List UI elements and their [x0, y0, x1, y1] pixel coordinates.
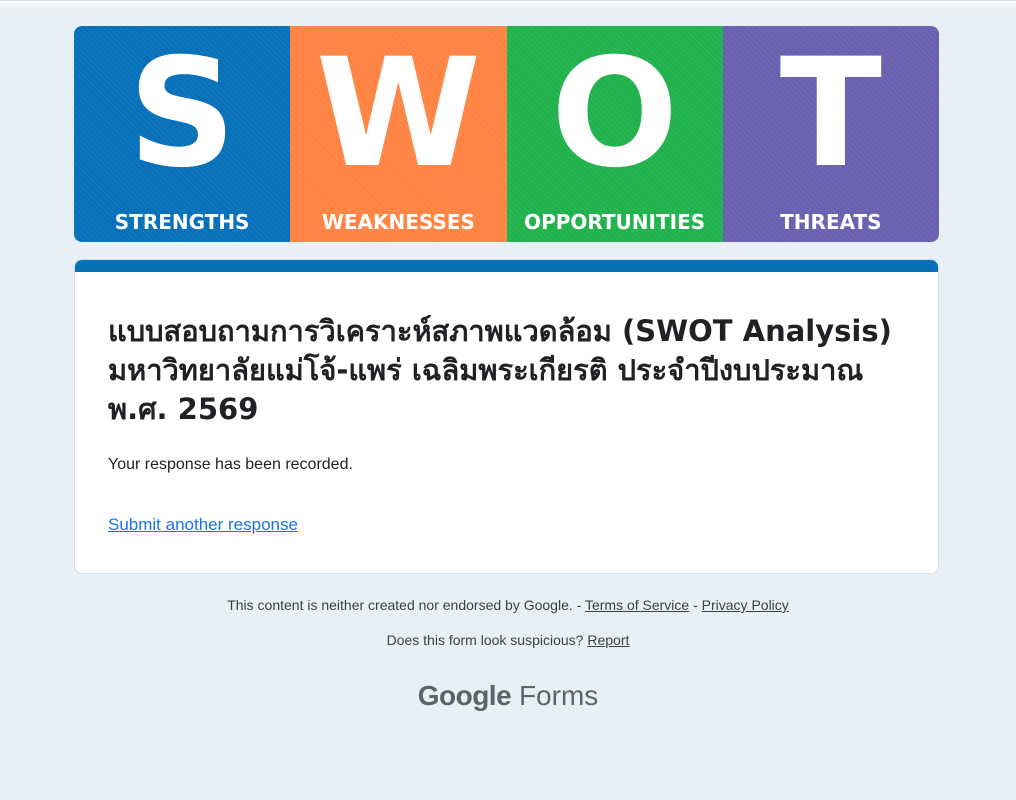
google-forms-logo[interactable]: Google Forms: [0, 678, 1016, 714]
separator: -: [572, 597, 585, 613]
terms-of-service-link[interactable]: Terms of Service: [585, 597, 689, 613]
opportunities-label: OPPORTUNITIES: [524, 210, 706, 234]
suspicious-text: Does this form look suspicious?: [386, 632, 584, 648]
strengths-letter: S: [128, 27, 237, 201]
swot-banner: S STRENGTHS W WEAKNESSES O OPPORTUNITIES…: [74, 26, 939, 242]
report-link[interactable]: Report: [587, 632, 629, 648]
threats-panel: T THREATS: [722, 26, 939, 242]
confirmation-card: แบบสอบถามการวิเคราะห์สภาพแวดล้อม (SWOT A…: [74, 259, 939, 574]
threats-letter: T: [779, 27, 883, 201]
forms-wordmark: Forms: [518, 680, 599, 711]
confirmation-message: Your response has been recorded.: [108, 456, 353, 473]
opportunities-panel: O OPPORTUNITIES: [506, 26, 723, 242]
weaknesses-panel: W WEAKNESSES: [290, 26, 507, 242]
browser-top-edge: [0, 0, 1016, 9]
card-accent-bar: [75, 260, 938, 272]
form-title: แบบสอบถามการวิเคราะห์สภาพแวดล้อม (SWOT A…: [108, 314, 892, 426]
privacy-policy-link[interactable]: Privacy Policy: [702, 597, 789, 613]
opportunities-letter: O: [550, 27, 679, 201]
weaknesses-label: WEAKNESSES: [321, 210, 475, 234]
weaknesses-letter: W: [315, 27, 482, 201]
strengths-panel: S STRENGTHS: [74, 26, 291, 242]
footer-report-line: Does this form look suspicious? Report: [0, 631, 1016, 649]
separator: -: [689, 597, 702, 613]
submit-another-response-link[interactable]: Submit another response: [108, 514, 298, 536]
strengths-label: STRENGTHS: [114, 210, 250, 234]
threats-label: THREATS: [780, 210, 882, 234]
disclaimer-text: This content is neither created nor endo…: [227, 597, 573, 613]
footer-disclaimer: This content is neither created nor endo…: [0, 596, 1016, 614]
google-wordmark: Google: [417, 680, 512, 711]
